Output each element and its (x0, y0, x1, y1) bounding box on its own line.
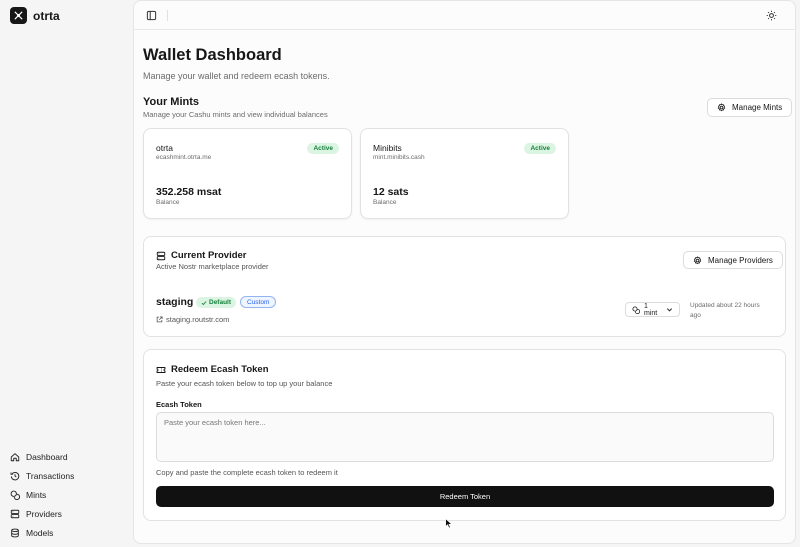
manage-providers-button[interactable]: Manage Providers (683, 251, 783, 269)
coins-icon (10, 490, 20, 500)
mints-section-title: Your Mints (143, 96, 200, 108)
redeem-card-title: Redeem Ecash Token (171, 364, 269, 375)
server-icon (156, 251, 166, 261)
sidebar-item-models[interactable]: Models (10, 523, 74, 542)
manage-mints-label: Manage Mints (732, 103, 783, 112)
page-title: Wallet Dashboard (143, 46, 282, 64)
provider-url-link[interactable]: staging.routstr.com (156, 315, 229, 324)
sidebar-item-mints[interactable]: Mints (10, 485, 74, 504)
mint-balance-label: Balance (373, 199, 397, 206)
panel-left-icon[interactable] (146, 10, 157, 21)
provider-card-header: Current Provider (156, 250, 247, 261)
mint-select-dropdown[interactable]: 1 mint (625, 302, 680, 317)
redeem-helper-text: Copy and paste the complete ecash token … (156, 468, 338, 477)
ticket-icon (156, 365, 166, 375)
manage-providers-label: Manage Providers (708, 255, 773, 265)
redeem-token-card: Redeem Ecash Token Paste your ecash toke… (143, 349, 786, 521)
redeem-card-subtitle: Paste your ecash token below to top up y… (156, 379, 333, 388)
external-link-icon (156, 316, 163, 323)
provider-name: staging (156, 296, 194, 308)
mint-balance: 352.258 msat (156, 186, 222, 198)
mint-name: Minibits (373, 143, 402, 153)
ecash-token-input[interactable] (156, 412, 774, 462)
page-subtitle: Manage your wallet and redeem ecash toke… (143, 71, 330, 81)
brand[interactable]: otrta (10, 7, 60, 24)
provider-card-subtitle: Active Nostr marketplace provider (156, 262, 269, 271)
status-badge: Active (524, 143, 556, 154)
home-icon (10, 452, 20, 462)
main-panel: Wallet Dashboard Manage your wallet and … (133, 0, 796, 544)
sidebar-item-label: Dashboard (26, 451, 68, 462)
chevron-down-icon (666, 306, 673, 313)
check-icon (201, 300, 207, 306)
sidebar-item-label: Transactions (26, 470, 75, 481)
mint-select-value: 1 mint (644, 302, 658, 317)
database-icon (10, 528, 20, 538)
server-icon (10, 509, 20, 519)
mint-card[interactable]: Minibits mint.minibits.cash Active 12 sa… (360, 128, 569, 219)
manage-mints-button[interactable]: Manage Mints (707, 98, 793, 117)
gear-icon (693, 255, 702, 265)
sidebar-item-transactions[interactable]: Transactions (10, 466, 74, 485)
sidebar-item-label: Providers (26, 508, 62, 519)
topbar (134, 1, 795, 30)
mint-url: ecashmint.otrta.me (156, 154, 212, 161)
sidebar-nav: Dashboard Transactions Mints Providers M… (10, 447, 74, 542)
sidebar-item-label: Mints (26, 489, 47, 500)
current-provider-card: Current Provider Active Nostr marketplac… (143, 236, 786, 337)
mouse-cursor-icon (445, 518, 453, 529)
mints-section-subtitle: Manage your Cashu mints and view individ… (143, 110, 328, 119)
sidebar: otrta Dashboard Transactions Mints Provi… (0, 0, 133, 547)
brand-name: otrta (33, 8, 60, 23)
coins-icon (632, 305, 640, 314)
ecash-token-label: Ecash Token (156, 400, 202, 409)
sidebar-item-label: Models (26, 527, 54, 538)
mint-name: otrta (156, 143, 174, 153)
gear-icon (717, 103, 726, 112)
sidebar-item-dashboard[interactable]: Dashboard (10, 447, 74, 466)
brand-logo-icon (10, 7, 27, 24)
redeem-token-button[interactable]: Redeem Token (156, 486, 774, 507)
mint-balance-label: Balance (156, 199, 180, 206)
mint-card[interactable]: otrta ecashmint.otrta.me Active 352.258 … (143, 128, 352, 219)
custom-badge: Custom (240, 296, 277, 308)
provider-card-title: Current Provider (171, 250, 247, 261)
mint-url: mint.minibits.cash (373, 154, 425, 161)
history-icon (10, 471, 20, 481)
default-badge-label: Default (209, 299, 232, 306)
mint-balance: 12 sats (373, 186, 409, 198)
sun-icon[interactable] (766, 10, 777, 21)
provider-url: staging.routstr.com (166, 315, 230, 324)
redeem-card-header: Redeem Ecash Token (156, 364, 269, 375)
sidebar-item-providers[interactable]: Providers (10, 504, 74, 523)
default-badge: Default (196, 297, 237, 308)
topbar-divider (167, 10, 168, 21)
status-badge: Active (307, 143, 339, 154)
updated-timestamp: Updated about 22 hours ago (690, 302, 760, 319)
